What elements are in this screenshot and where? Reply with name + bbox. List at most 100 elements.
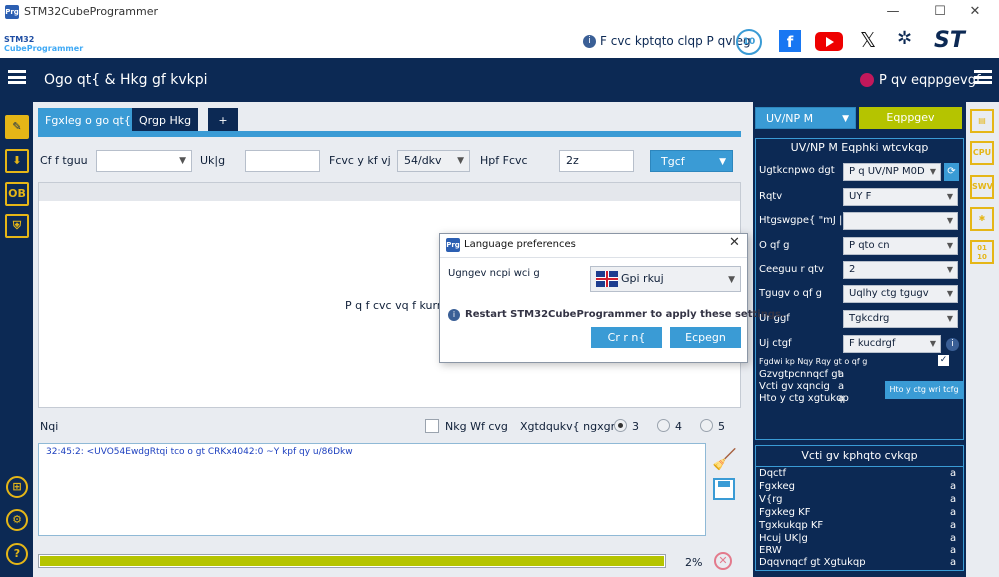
target-info-title: Vcti gv kphqto cvkqp: [801, 449, 918, 462]
app-logo-icon: Prg: [5, 5, 19, 19]
connection-status: P qv eqppgevgf: [879, 73, 981, 88]
uk-flag-icon: [596, 271, 618, 287]
dialog-divider: [440, 257, 747, 258]
clear-log-icon[interactable]: 🧹: [712, 447, 737, 471]
tab-device-memory[interactable]: Fgxleg o go qt{: [38, 108, 138, 132]
minimize-button[interactable]: —: [878, 3, 908, 21]
refresh-icon[interactable]: ⟳: [944, 163, 959, 181]
debug-low-power-checkbox[interactable]: ✓: [938, 355, 949, 366]
speed-select[interactable]: Tgkcdrg ▼: [843, 310, 958, 328]
left-sidebar: [0, 102, 33, 577]
size-input[interactable]: [245, 150, 320, 172]
dialog-logo-icon: Prg: [446, 238, 460, 252]
target-row-label: Fgxkeg: [759, 481, 795, 492]
dialog-info-icon: i: [448, 309, 460, 321]
port-select[interactable]: UY F ▼: [843, 188, 958, 206]
config-link[interactable]: F cvc kptqto clqp P qvleg: [600, 34, 751, 48]
verbosity-label-3: 5: [718, 420, 725, 433]
data-width-label: Fcvc y kf vj: [329, 154, 391, 167]
language-label: Ugngev ncpi wci g: [448, 268, 540, 279]
tab-open-file[interactable]: Qrgp Hkg: [132, 108, 199, 132]
read-button[interactable]: Tgcf ▼: [650, 150, 733, 172]
cancel-button[interactable]: Ecpegn: [670, 327, 741, 348]
connection-status-icon: [860, 73, 874, 87]
cancel-operation-icon[interactable]: ✕: [714, 552, 732, 570]
brand-bar: [0, 24, 999, 58]
mode-label: O qf g: [759, 240, 790, 251]
verbosity-radio-1[interactable]: [614, 419, 627, 432]
log-line: 32:45:2: <UVO54EwdgRtqi tco o gt CRKx404…: [46, 447, 353, 457]
anniversary-badge-icon: 10: [736, 29, 762, 55]
reset-mode-select[interactable]: Uqlhy ctg tgugv ▼: [843, 285, 958, 303]
security-shield-icon[interactable]: ⛨: [5, 214, 29, 238]
shared-info-icon[interactable]: i: [946, 338, 959, 351]
option-bytes-icon[interactable]: OB: [5, 182, 29, 206]
download-icon[interactable]: ⬇: [5, 149, 29, 173]
frequency-label: Htgswgpe{ "mJ | +: [759, 215, 854, 226]
facebook-icon[interactable]: f: [779, 30, 801, 52]
menu-hamburger-icon[interactable]: [8, 70, 26, 84]
target-voltage-value: a: [838, 381, 845, 392]
x-twitter-icon[interactable]: 𝕏: [860, 28, 876, 52]
target-row-label: Fgxkeg KF: [759, 507, 811, 518]
swv-panel-tab[interactable]: SWV: [970, 175, 994, 199]
window-title: STM32CubeProgrammer: [24, 5, 159, 18]
shared-label: Uj ctgf: [759, 338, 792, 349]
verbosity-radio-3[interactable]: [700, 419, 713, 432]
binary-panel-tab[interactable]: 01 10: [970, 240, 994, 264]
cpu-panel-tab[interactable]: CPU: [970, 141, 994, 165]
port-label: Rqtv: [759, 191, 783, 202]
help-icon[interactable]: ?: [6, 543, 28, 565]
save-log-icon[interactable]: [713, 478, 735, 500]
close-button[interactable]: ✕: [960, 3, 990, 21]
ext-loader-label: Gzvgtpcnnqcf gt: [759, 369, 842, 380]
target-row-label: V{rg: [759, 494, 783, 505]
dialog-title: Language preferences: [464, 239, 576, 250]
page-title: Ogo qt{ & Hkg gf kvkpi: [44, 72, 208, 88]
tab-strip: [38, 131, 741, 137]
data-width-select[interactable]: 54/dkv ▼: [397, 150, 470, 172]
dialog-close-icon[interactable]: ✕: [729, 235, 740, 250]
maximize-button[interactable]: ☐: [925, 3, 955, 21]
plugin-icon[interactable]: ⚙: [6, 509, 28, 531]
target-row-value: a: [950, 468, 957, 479]
target-row-value: a: [950, 520, 957, 531]
memory-edit-icon[interactable]: ✎: [5, 115, 29, 139]
brand-logo: STM32 CubeProgrammer: [4, 35, 84, 53]
target-voltage-label: Vcti gv xqncig: [759, 381, 830, 392]
verbosity-label: Xgtdqukv{ ngxgn: [520, 420, 618, 433]
live-update-checkbox[interactable]: [425, 419, 439, 433]
erase-icon[interactable]: ⊞: [6, 476, 28, 498]
mode-select[interactable]: P qto cn ▼: [843, 237, 958, 255]
right-menu-hamburger-icon[interactable]: [974, 70, 992, 84]
network-icon[interactable]: ✲: [897, 28, 912, 49]
target-row-value: a: [950, 557, 957, 568]
apply-button[interactable]: Cr r n{: [591, 327, 662, 348]
interface-select[interactable]: UV/NP M ▼: [755, 107, 856, 129]
target-info-divider: [756, 466, 963, 467]
frequency-select[interactable]: ▼: [843, 212, 958, 230]
shared-select[interactable]: F kucdrgf ▼: [843, 335, 941, 353]
serial-number-select[interactable]: P q UV/NP M0D ▼: [843, 163, 941, 181]
fw-version-label: Hto y ctg xgtukqp: [759, 393, 849, 404]
address-combo[interactable]: ▼: [96, 150, 192, 172]
verbosity-radio-2[interactable]: [657, 419, 670, 432]
address-label: Cf f tguu: [40, 154, 88, 167]
connect-button[interactable]: Eqppgev: [859, 107, 962, 129]
tab-add[interactable]: +: [208, 108, 238, 132]
fw-version-value: a: [838, 393, 845, 404]
restart-notice: Restart STM32CubeProgrammer to apply the…: [465, 309, 785, 320]
memory-panel-icon[interactable]: ▤: [970, 109, 994, 133]
language-select[interactable]: Gpi rkuj ▼: [590, 266, 741, 292]
reset-mode-label: Tgugv o qf g: [759, 288, 822, 299]
firmware-upgrade-button[interactable]: Hto y ctg wri tcfg: [885, 381, 963, 399]
access-port-select[interactable]: 2 ▼: [843, 261, 958, 279]
log-label: Nqi: [40, 420, 59, 433]
live-update-label: Nkg Wf cvg: [445, 420, 508, 433]
memory-header: [39, 183, 740, 201]
bug-panel-icon[interactable]: ✱: [970, 207, 994, 231]
st-logo-icon: ST: [934, 28, 965, 53]
youtube-icon[interactable]: [815, 32, 843, 51]
find-data-input[interactable]: 2z: [559, 150, 634, 172]
serial-number-label: Ugtkcnpwo dgt: [759, 165, 835, 176]
